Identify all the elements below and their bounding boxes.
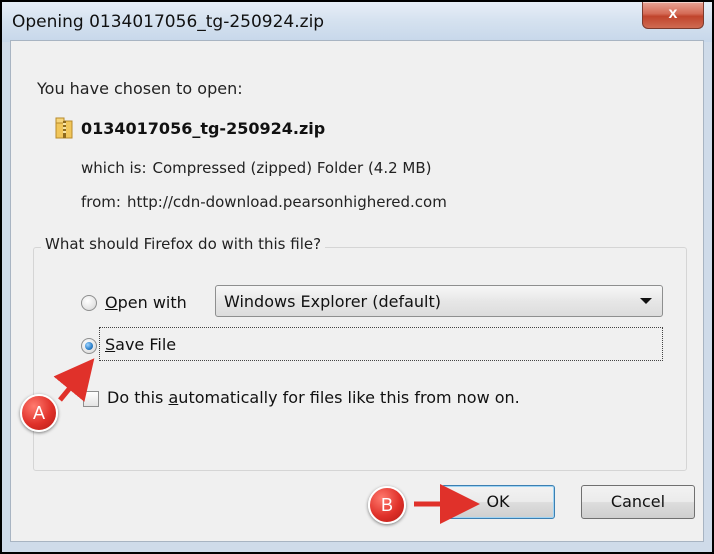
open-with-label-rest: pen with [117, 293, 187, 312]
open-with-radio[interactable] [81, 295, 97, 311]
dialog-window: Opening 0134017056_tg-250924.zip x You h… [0, 0, 714, 554]
auto-label[interactable]: Do this automatically for files like thi… [107, 388, 520, 407]
title-bar: Opening 0134017056_tg-250924.zip x [2, 2, 712, 42]
file-type-value: Compressed (zipped) Folder (4.2 MB) [152, 159, 432, 177]
which-is-label: which is: [81, 159, 147, 177]
file-type-row: which is: Compressed (zipped) Folder (4.2… [81, 159, 432, 177]
save-file-label-rest: ave File [115, 335, 177, 354]
action-group-legend: What should Firefox do with this file? [41, 235, 326, 253]
open-with-label[interactable]: Open with [105, 293, 187, 312]
chevron-down-icon [640, 298, 652, 304]
auto-label-rest: utomatically for files like this from no… [178, 388, 520, 407]
close-button[interactable]: x [642, 2, 704, 29]
open-with-mnemonic: O [105, 293, 118, 312]
from-label: from: [81, 193, 121, 211]
open-with-app-select[interactable]: Windows Explorer (default) [215, 285, 663, 317]
annotation-marker-a: A [20, 394, 58, 432]
ok-button[interactable]: OK [441, 485, 555, 519]
file-name: 0134017056_tg-250924.zip [81, 119, 326, 138]
save-file-mnemonic: S [105, 335, 116, 354]
close-icon: x [668, 5, 678, 22]
save-file-focus-outline [99, 327, 663, 361]
save-file-label[interactable]: Save File [105, 335, 176, 354]
save-file-radio[interactable] [81, 338, 97, 354]
auto-mnemonic: a [168, 388, 179, 407]
source-row: from: http://cdn-download.pearsonhighered… [81, 193, 447, 211]
open-with-app-value: Windows Explorer (default) [224, 292, 441, 311]
dialog-body: You have chosen to open: 0134017056_tg-2… [10, 40, 704, 542]
source-url: http://cdn-download.pearsonhighered.com [126, 193, 447, 211]
auto-label-prefix: Do this [107, 388, 169, 407]
window-title: Opening 0134017056_tg-250924.zip [12, 12, 325, 32]
intro-text: You have chosen to open: [37, 79, 243, 98]
annotation-marker-b: B [368, 486, 406, 524]
zip-folder-icon [55, 117, 73, 139]
cancel-button[interactable]: Cancel [581, 485, 695, 519]
auto-checkbox[interactable] [83, 391, 99, 407]
